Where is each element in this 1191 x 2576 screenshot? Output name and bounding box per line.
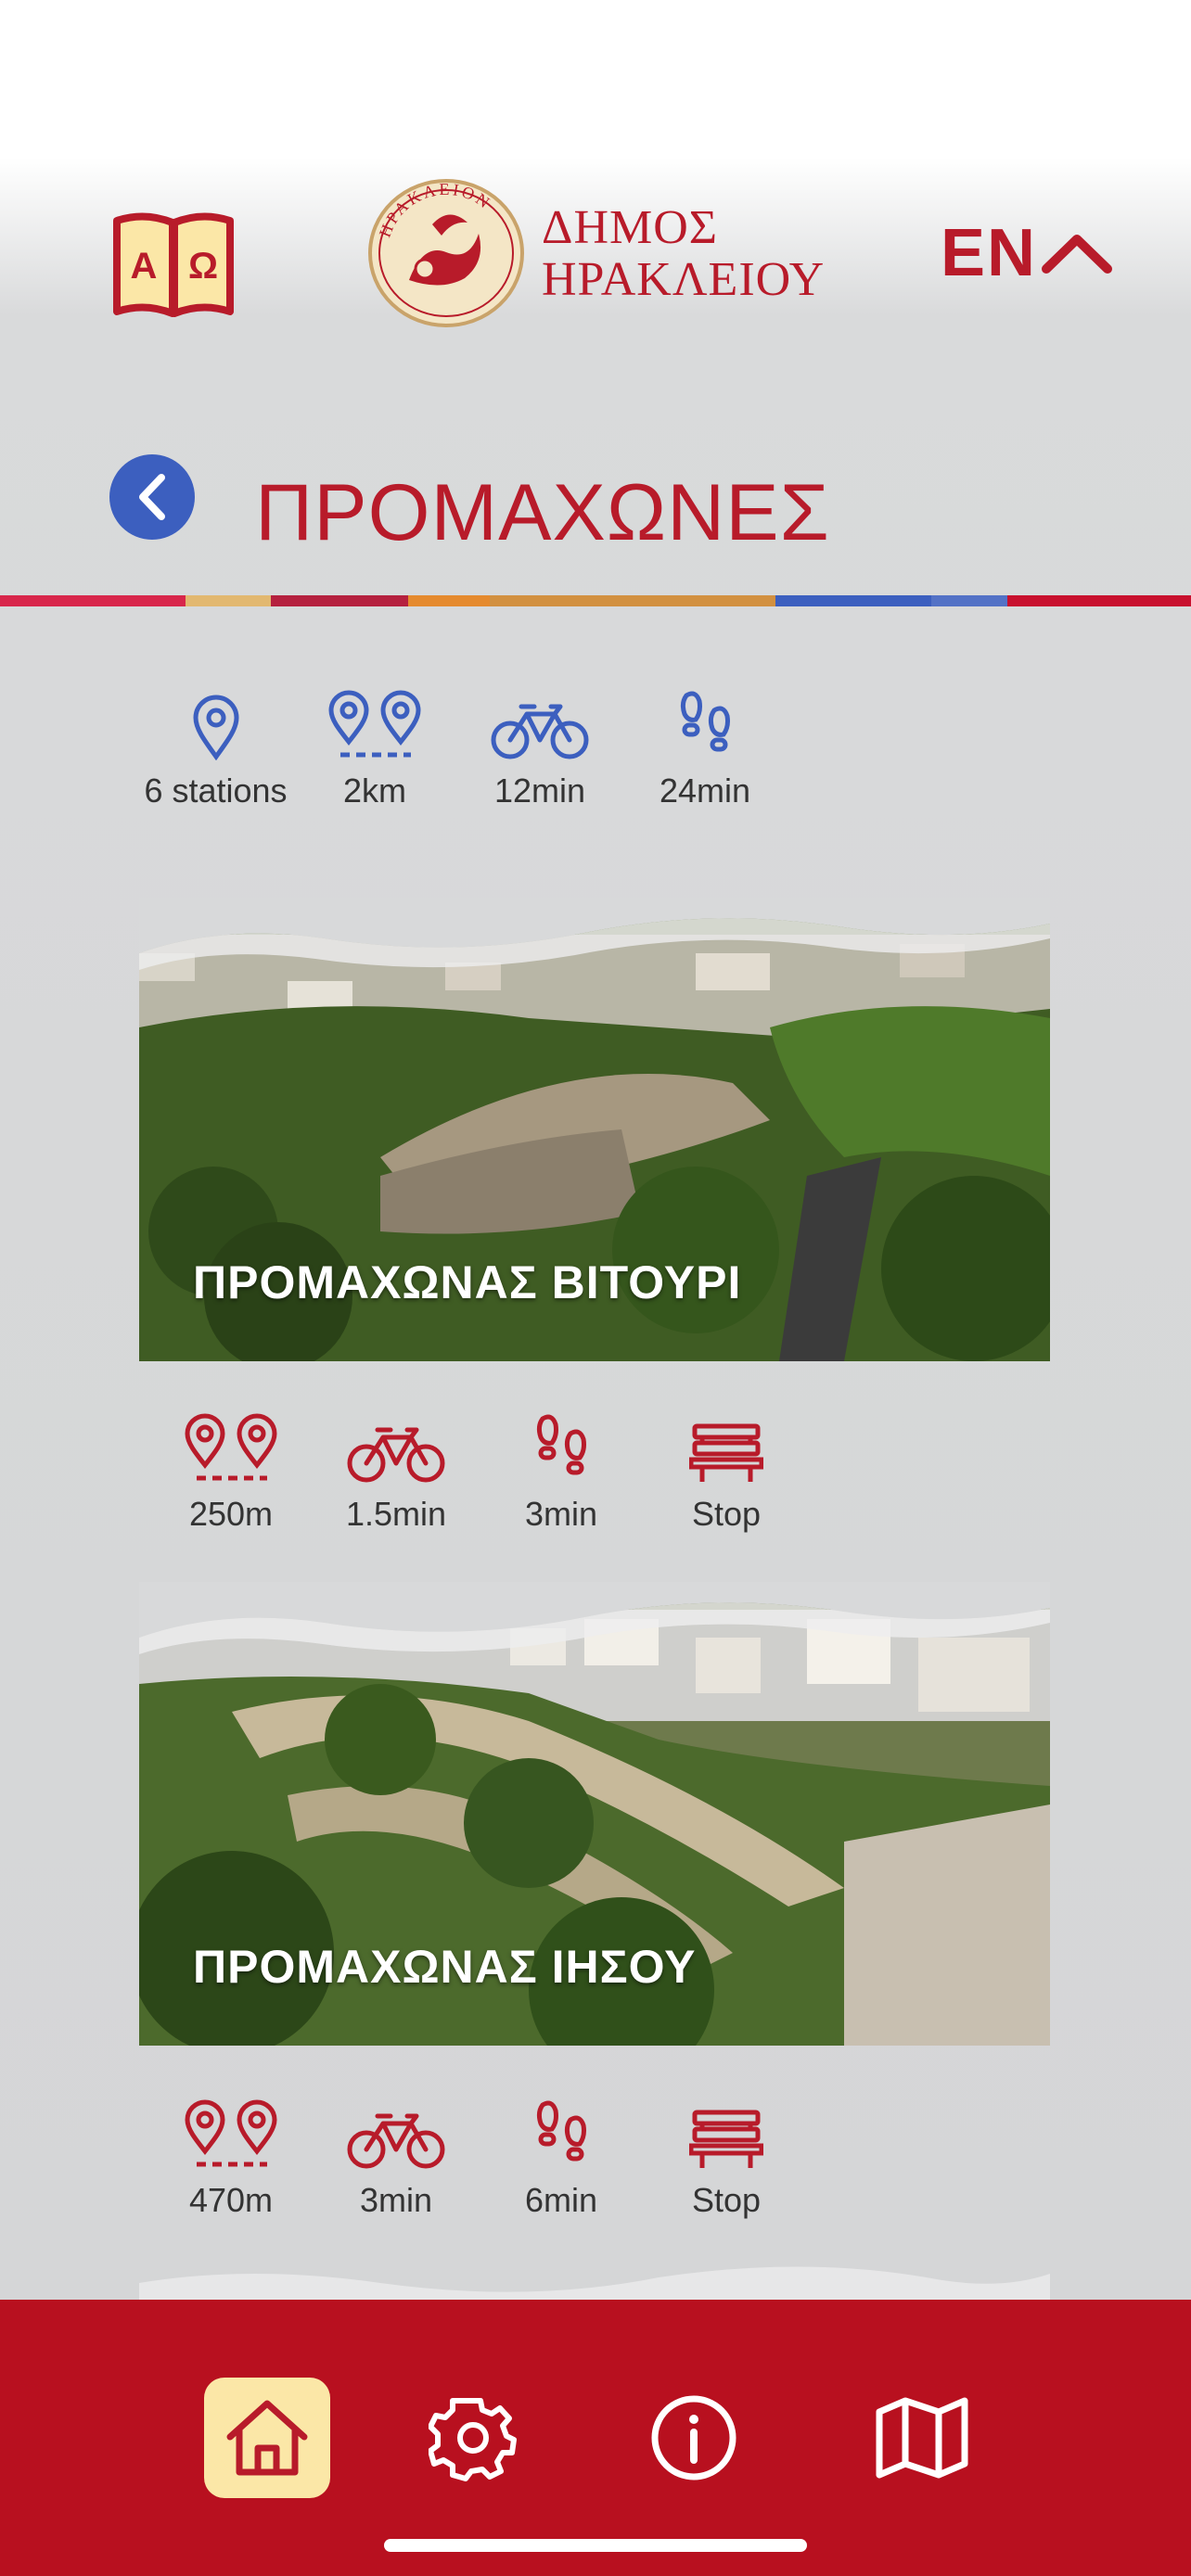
stat-walk-time: 6min xyxy=(479,2098,644,2220)
wave-overlay xyxy=(139,1582,1050,1654)
stat-label: 250m xyxy=(188,1495,274,1533)
info-icon xyxy=(651,2395,736,2480)
logo-line-2: ΗΡΑΚΛΕΙΟΥ xyxy=(542,253,826,306)
footsteps-icon xyxy=(680,691,730,752)
stat-label: 1.5min xyxy=(345,1495,447,1533)
stat-label: 2km xyxy=(342,772,406,810)
stat-label: Stop xyxy=(691,2181,762,2219)
distance-pins-icon xyxy=(328,690,421,758)
station-stats: 470m 3min 6min Stop xyxy=(148,2098,809,2220)
distance-pins-icon xyxy=(185,2099,277,2167)
home-icon xyxy=(226,2400,308,2476)
page-title: ΠΡΟΜΑΧΩΝΕΣ xyxy=(255,468,830,557)
bicycle-icon xyxy=(347,1427,445,1483)
nav-settings-button[interactable] xyxy=(410,2378,536,2498)
open-book-icon: Α Ω xyxy=(113,212,234,317)
chevron-up-icon xyxy=(1042,235,1113,274)
dictionary-letter-omega: Ω xyxy=(188,246,218,287)
footsteps-icon xyxy=(536,1414,586,1475)
stat-walk-time: 3min xyxy=(479,1411,644,1534)
home-indicator[interactable] xyxy=(384,2539,807,2552)
dictionary-letter-alpha: Α xyxy=(131,246,158,287)
next-card-peek xyxy=(139,2266,1050,2300)
stat-stations: 6 stations xyxy=(139,688,292,810)
stat-label: 24min xyxy=(659,772,751,810)
language-label: EN xyxy=(941,216,1038,290)
stat-label: 12min xyxy=(493,772,586,810)
station-title: ΠΡΟΜΑΧΩΝΑΣ ΙΗΣΟΥ xyxy=(193,1941,697,1993)
wave-overlay xyxy=(139,898,1050,970)
stat-bike-time: 12min xyxy=(457,688,622,810)
station-card[interactable]: ΠΡΟΜΑΧΩΝΑΣ ΙΗΣΟΥ xyxy=(139,1582,1050,2046)
logo-line-1: ΔΗΜΟΣ xyxy=(542,201,719,254)
bicycle-icon xyxy=(491,704,589,759)
station-title: ΠΡΟΜΑΧΩΝΑΣ ΒΙΤΟΥΡΙ xyxy=(193,1256,742,1308)
stat-distance: 250m xyxy=(148,1411,314,1534)
nav-map-button[interactable] xyxy=(859,2378,985,2498)
nav-home-button[interactable] xyxy=(204,2378,330,2498)
station-stats: 250m 1.5min 3min Stop xyxy=(148,1411,809,1534)
stat-distance: 470m xyxy=(148,2098,314,2220)
stat-label: 3min xyxy=(359,2181,433,2219)
bicycle-icon xyxy=(347,2113,445,2169)
stat-stop: Stop xyxy=(644,2098,809,2220)
footsteps-icon xyxy=(536,2100,586,2162)
stat-label: 3min xyxy=(524,1495,598,1533)
stat-walk-time: 24min xyxy=(622,688,788,810)
municipality-logo: ΗΡΑΚΛΕΙΟΝ xyxy=(367,178,525,328)
color-stripe-divider xyxy=(0,595,1191,606)
dictionary-button[interactable]: Α Ω xyxy=(111,211,236,319)
stat-label: 6 stations xyxy=(144,772,288,810)
stat-distance: 2km xyxy=(292,688,457,810)
gear-icon xyxy=(429,2398,517,2481)
stat-stop: Stop xyxy=(644,1411,809,1534)
language-selector[interactable]: EN xyxy=(941,211,1113,295)
distance-pins-icon xyxy=(185,1413,277,1481)
stat-label: 470m xyxy=(188,2181,274,2219)
location-pin-icon xyxy=(192,695,239,760)
bench-icon xyxy=(689,1423,763,1482)
stat-label: Stop xyxy=(691,1495,762,1533)
bottom-nav-bar xyxy=(0,2300,1191,2576)
stat-bike-time: 1.5min xyxy=(314,1411,479,1534)
stat-bike-time: 3min xyxy=(314,2098,479,2220)
stat-label: 6min xyxy=(524,2181,598,2219)
bench-icon xyxy=(689,2110,763,2168)
municipality-name: ΔΗΜΟΣ ΗΡΑΚΛΕΙΟΥ xyxy=(542,202,825,306)
map-icon xyxy=(876,2397,968,2479)
station-card[interactable]: ΠΡΟΜΑΧΩΝΑΣ ΒΙΤΟΥΡΙ xyxy=(139,898,1050,1361)
route-stats: 6 stations 2km 12min 24min xyxy=(139,688,788,810)
nav-info-button[interactable] xyxy=(631,2378,757,2498)
